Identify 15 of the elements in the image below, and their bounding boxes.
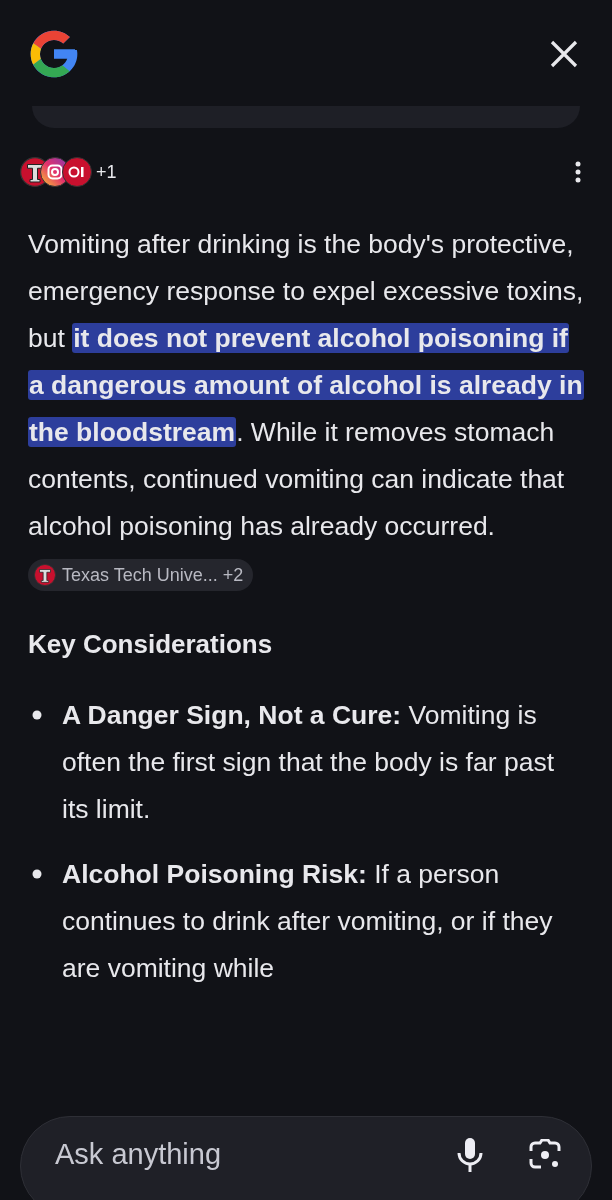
bullet-text: Alcohol Poisoning Risk: If a person continues to drink after vomiting, or if they are vomiting while [62,858,554,985]
close-icon [549,39,579,69]
source-logo-icon [62,157,92,187]
citation-chip[interactable]: Texas Tech Unive... +2 [28,559,254,591]
more-vertical-icon [575,161,581,183]
ask-input[interactable]: Ask anything [20,1116,592,1200]
source-logo-icon [34,564,56,586]
bullet-text: A Danger Sign, Not a Cure: Vomiting is often the first sign that the body is far past its limit. [62,699,555,826]
camera-lens-icon[interactable] [529,1139,561,1171]
bullet-icon [32,869,42,879]
bullet-icon [32,710,42,720]
section-heading: Key Considerations [27,628,274,661]
answer-paragraph: Vomiting after drinking is the body's protective, emergency response to expel excessive toxins, but it does not prevent alcohol poisoning if a dangerous amount of alcohol is already in the bloodstream. While it removes stomach contents, continued vomiting can indicate that alcohol poisoning has already occurred. Texas Tech Unive... +2 [0,221,612,597]
microphone-icon[interactable] [457,1138,483,1172]
source-count: +1 [96,160,117,184]
